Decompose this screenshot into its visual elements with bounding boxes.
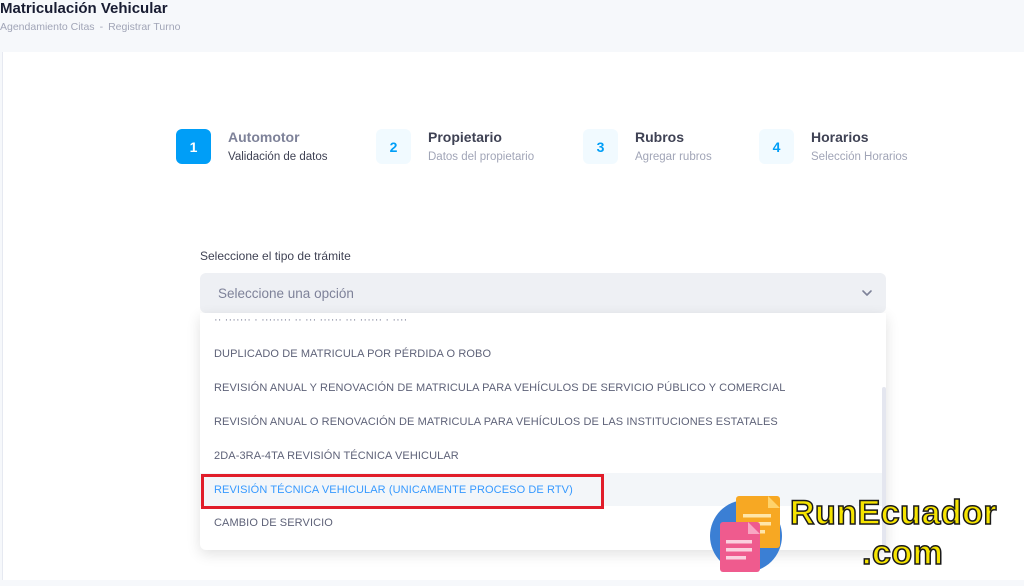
breadcrumb-item-registrar: Registrar Turno (108, 21, 181, 33)
step-automotor[interactable]: 1 Automotor Validación de datos (176, 129, 328, 164)
dropdown-option[interactable]: DUPLICADO DE MATRICULA POR PÉRDIDA O ROB… (200, 337, 882, 370)
breadcrumb-item-agendamiento[interactable]: Agendamiento Citas (0, 21, 95, 33)
chevron-down-icon (862, 290, 872, 296)
dropdown-option[interactable]: REVISIÓN ANUAL Y RENOVACIÓN DE MATRICULA… (200, 371, 882, 404)
breadcrumb-separator: - (99, 21, 104, 33)
step-title: Propietario (428, 129, 502, 145)
dropdown-option[interactable]: 2DA-3RA-4TA REVISIÓN TÉCNICA VEHICULAR (200, 439, 882, 472)
page-header: Matriculación Vehicular Agendamiento Cit… (0, 0, 1024, 52)
step-description: Validación de datos (228, 151, 328, 163)
breadcrumb: Agendamiento Citas - Registrar Turno (0, 21, 180, 33)
logo-text-brand: RunEcuador (789, 493, 998, 533)
annotation-highlight-box (201, 474, 604, 509)
step-number: 3 (583, 129, 618, 164)
step-number: 2 (376, 129, 411, 164)
dropdown-option-partial[interactable]: ·· ······· · ········ ·· ··· ······ ··· … (200, 313, 882, 336)
step-horarios[interactable]: 4 Horarios Selección Horarios (759, 129, 908, 164)
step-title: Rubros (635, 129, 684, 145)
step-rubros[interactable]: 3 Rubros Agregar rubros (583, 129, 712, 164)
logo-text-domain: .com (861, 533, 944, 573)
step-description: Datos del propietario (428, 151, 535, 163)
step-propietario[interactable]: 2 Propietario Datos del propietario (376, 129, 534, 164)
runecuador-logo: RunEcuador .com (706, 492, 1016, 578)
step-description: Selección Horarios (811, 151, 908, 163)
stepper: 1 Automotor Validación de datos 2 Propie… (0, 129, 1024, 169)
step-title: Horarios (811, 129, 869, 145)
step-title: Automotor (228, 129, 300, 145)
document-icon (710, 496, 782, 572)
tramite-label: Seleccione el tipo de trámite (200, 249, 351, 263)
tramite-select[interactable]: Seleccione una opción (200, 273, 886, 313)
step-number: 1 (176, 129, 211, 164)
step-number: 4 (759, 129, 794, 164)
select-placeholder: Seleccione una opción (218, 285, 354, 301)
page-title: Matriculación Vehicular (0, 0, 168, 17)
step-description: Agregar rubros (635, 151, 712, 163)
dropdown-option[interactable]: REVISIÓN ANUAL O RENOVACIÓN DE MATRICULA… (200, 405, 882, 438)
